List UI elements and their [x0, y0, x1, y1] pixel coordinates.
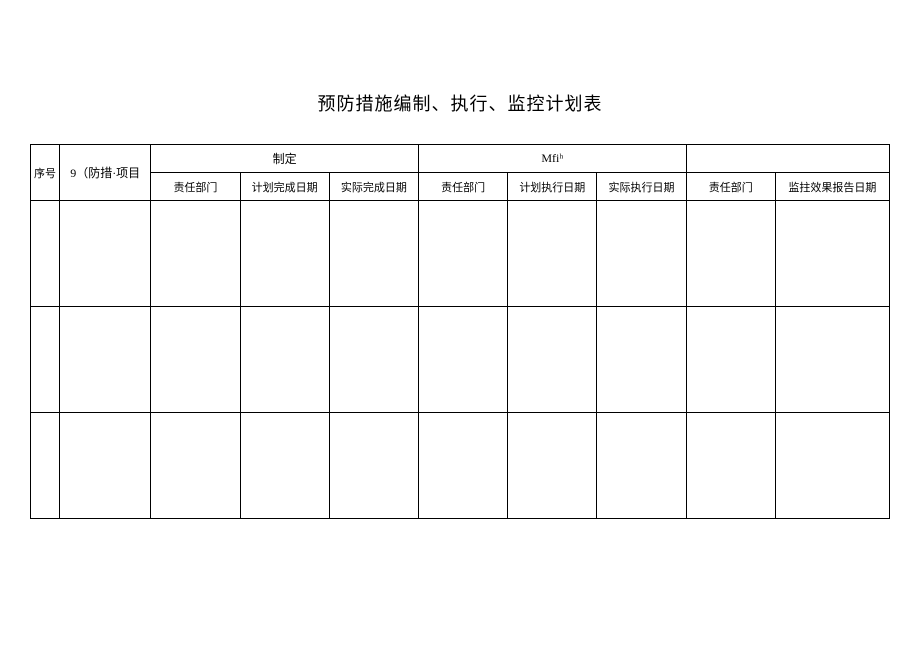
table-row [31, 413, 890, 519]
plan-table: 序号 9（防措·项目 制定 Mfiʰ 责任部门 计划完成日期 实际完成日期 责任… [30, 144, 890, 519]
cell-dept1 [151, 201, 240, 307]
cell-seq [31, 201, 60, 307]
cell-actual-exec-date [597, 201, 686, 307]
cell-plan-complete-date [240, 307, 329, 413]
cell-actual-exec-date [597, 413, 686, 519]
cell-dept1 [151, 307, 240, 413]
cell-dept1 [151, 413, 240, 519]
header-dept3: 责任部门 [686, 173, 775, 201]
header-plan-complete-date: 计划完成日期 [240, 173, 329, 201]
header-dept1: 责任部门 [151, 173, 240, 201]
header-actual-exec-date: 实际执行日期 [597, 173, 686, 201]
header-monitor-report-date: 监拄效果报告日期 [775, 173, 889, 201]
cell-plan-complete-date [240, 201, 329, 307]
header-actual-complete-date: 实际完成日期 [329, 173, 418, 201]
header-dept2: 责任部门 [418, 173, 507, 201]
table-row [31, 307, 890, 413]
cell-project [60, 413, 151, 519]
cell-plan-complete-date [240, 413, 329, 519]
cell-plan-exec-date [508, 201, 597, 307]
cell-actual-exec-date [597, 307, 686, 413]
document-title: 预防措施编制、执行、监控计划表 [30, 90, 890, 116]
cell-dept2 [418, 413, 507, 519]
cell-plan-exec-date [508, 413, 597, 519]
cell-monitor-report-date [775, 413, 889, 519]
cell-plan-exec-date [508, 307, 597, 413]
cell-dept3 [686, 307, 775, 413]
header-project: 9（防措·项目 [60, 145, 151, 201]
table-group-header-row: 序号 9（防措·项目 制定 Mfiʰ [31, 145, 890, 173]
header-group-formulate: 制定 [151, 145, 419, 173]
cell-dept2 [418, 307, 507, 413]
cell-actual-complete-date [329, 307, 418, 413]
cell-monitor-report-date [775, 201, 889, 307]
document-page: 预防措施编制、执行、监控计划表 序号 9（防措·项目 制定 Mfiʰ 责任部门 [0, 0, 920, 549]
cell-project [60, 201, 151, 307]
cell-seq [31, 413, 60, 519]
cell-dept3 [686, 201, 775, 307]
header-group-monitor [686, 145, 889, 173]
cell-project [60, 307, 151, 413]
cell-dept3 [686, 413, 775, 519]
cell-dept2 [418, 201, 507, 307]
cell-monitor-report-date [775, 307, 889, 413]
table-sub-header-row: 责任部门 计划完成日期 实际完成日期 责任部门 计划执行日期 实际执行日期 责任… [31, 173, 890, 201]
cell-actual-complete-date [329, 413, 418, 519]
table-row [31, 201, 890, 307]
cell-seq [31, 307, 60, 413]
header-group-execute: Mfiʰ [418, 145, 686, 173]
header-plan-exec-date: 计划执行日期 [508, 173, 597, 201]
header-seq: 序号 [31, 145, 60, 201]
cell-actual-complete-date [329, 201, 418, 307]
